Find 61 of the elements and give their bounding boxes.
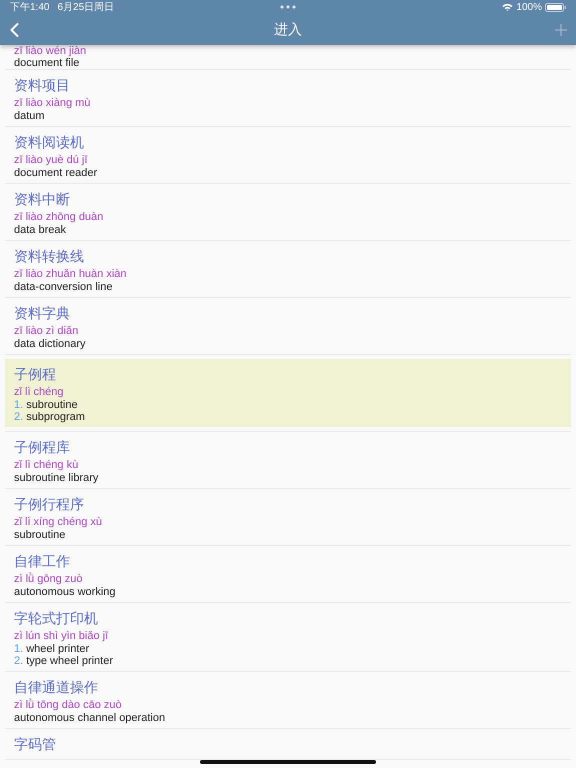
pinyin: zì lún shì yìn biǎo jī — [14, 629, 108, 643]
headword: 资料转换线 — [14, 247, 84, 266]
pinyin: zǐ lì xíng chéng xù — [14, 515, 102, 529]
definition: subprogram — [26, 411, 85, 423]
headword: 资料项目 — [14, 76, 70, 95]
definition-number: 1. — [14, 399, 24, 411]
status-date: 6月25日周日 — [57, 1, 114, 14]
definition-number: 2. — [14, 655, 24, 667]
entry-row[interactable]: 字轮式打印机 zì lún shì yìn biǎo jī 1. wheel printer 2. type wheel printer — [5, 603, 571, 672]
definition: datum — [14, 110, 45, 122]
entry-row[interactable]: 资料项目 zī liào xiàng mù datum — [5, 70, 571, 127]
headword: 资料中断 — [14, 190, 70, 209]
pinyin: zī liào zì diǎn — [14, 324, 78, 338]
headword: 子例行程序 — [14, 495, 84, 514]
entry-row[interactable]: 子例程 zǐ lì chéng 1. subroutine 2. subprogram — [5, 359, 571, 427]
entry-row[interactable]: 子例行程序 zǐ lì xíng chéng xù subroutine — [5, 489, 571, 546]
definition: autonomous working — [14, 586, 116, 598]
definition: subroutine — [14, 529, 66, 541]
entry-row[interactable]: 子例程库 zǐ lì chéng kù subroutine library — [5, 431, 571, 489]
definition-number: 1. — [14, 643, 24, 655]
more-dots-icon — [280, 5, 296, 9]
pinyin: zǐ lì chéng — [14, 385, 64, 399]
definition: subroutine library — [14, 472, 98, 484]
headword: 资料阅读机 — [14, 133, 84, 152]
entry-row[interactable]: 自律通道操作 zì lǜ tōng dào cāo zuò autonomous channel operation — [5, 672, 571, 729]
pinyin: zī liào wén jiàn — [14, 45, 86, 57]
pinyin: zī liào xiàng mù — [14, 96, 90, 110]
battery-percent: 100% — [516, 2, 542, 12]
definition: autonomous channel operation — [14, 712, 166, 724]
status-time: 下午1:40 — [10, 1, 50, 14]
headword: 字码管 — [14, 735, 56, 754]
pinyin: zī liào zhōng duàn — [14, 210, 104, 224]
pinyin: zī liào yuè dú jī — [14, 153, 88, 167]
definition: subroutine — [26, 399, 78, 411]
entry-row[interactable]: 资料中断 zī liào zhōng duàn data break — [5, 184, 571, 241]
entry-row[interactable]: 资料阅读机 zī liào yuè dú jī document reader — [5, 127, 571, 184]
entry-row[interactable]: 资料字典 zī liào zì diǎn data dictionary — [5, 298, 571, 355]
headword: 资料字典 — [14, 304, 70, 323]
pinyin: zì lǜ tōng dào cāo zuò — [14, 698, 122, 712]
definition: data dictionary — [14, 338, 86, 350]
headword: 子例程 — [14, 365, 56, 384]
headword: 字轮式打印机 — [14, 609, 98, 628]
pinyin: zǐ lì chéng kù — [14, 458, 78, 472]
definition: document reader — [14, 167, 98, 179]
wifi-icon — [502, 3, 514, 11]
definition-number: 2. — [14, 411, 24, 423]
pinyin: zī liào zhuǎn huàn xiàn — [14, 267, 127, 281]
definition: data break — [14, 224, 66, 236]
entry-row[interactable]: 资料转换线 zī liào zhuǎn huàn xiàn data-conversion line — [5, 241, 571, 298]
definition: data-conversion line — [14, 281, 112, 293]
battery-icon — [545, 2, 566, 12]
pinyin: zì lǜ gōng zuò — [14, 572, 82, 586]
entry-row[interactable]: zī liào wén jiàn document file — [5, 45, 571, 70]
headword: 自律通道操作 — [14, 678, 98, 697]
headword: 自律工作 — [14, 552, 70, 571]
nav-title: 进入 — [274, 20, 302, 38]
headword: 子例程库 — [14, 438, 70, 457]
definition: document file — [14, 57, 80, 69]
definition: wheel printer — [26, 643, 90, 655]
definition: type wheel printer — [26, 655, 114, 667]
entry-row[interactable]: 自律工作 zì lǜ gōng zuò autonomous working — [5, 546, 571, 603]
